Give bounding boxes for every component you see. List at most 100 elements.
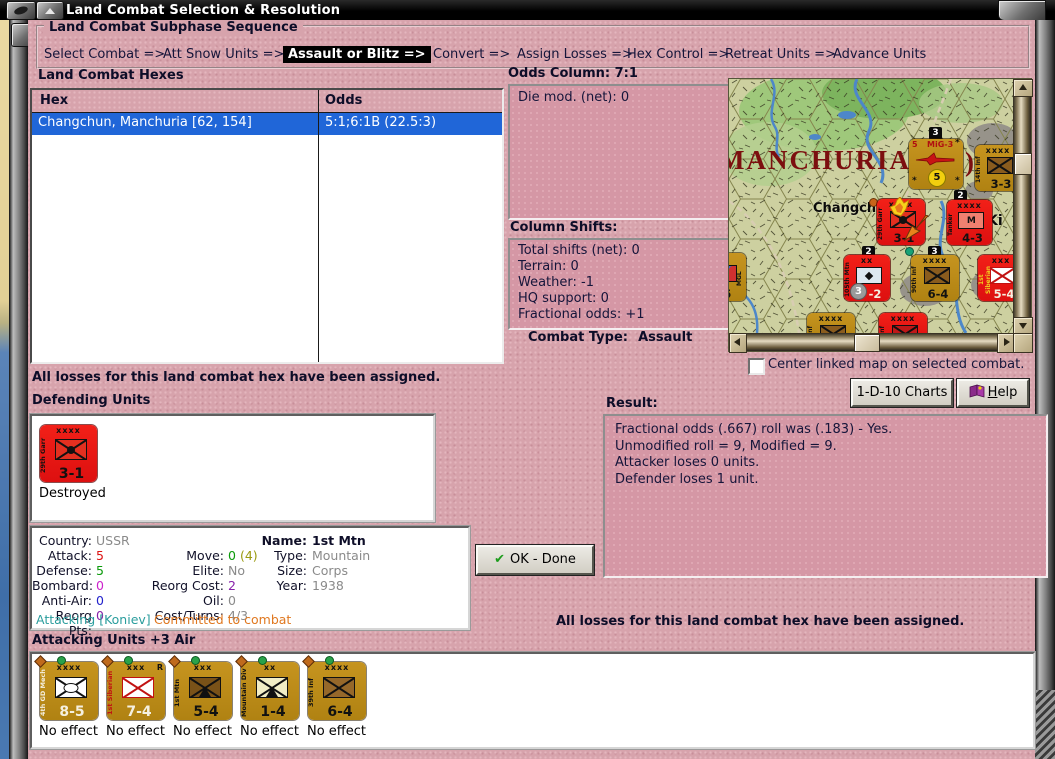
- unit-strength: 3-1: [58, 466, 85, 482]
- attacking-hq-status: Attacking [Koniev]: [36, 612, 151, 627]
- unit-strength: 5-4: [993, 287, 1013, 301]
- ok-done-label: OK - Done: [509, 552, 576, 567]
- result-line: Fractional odds (.667) roll was (.183) -…: [615, 422, 893, 437]
- map-horizontal-scrollbar[interactable]: [729, 333, 1015, 353]
- attacking-unit-counter[interactable]: xx Mountain Div 1-4: [235, 655, 299, 720]
- column-shifts-label: Column Shifts:: [510, 220, 618, 235]
- map-unit-tanker[interactable]: xxxx Tanker M 4-3: [947, 200, 992, 245]
- scroll-up-icon[interactable]: [1013, 79, 1033, 97]
- map-vertical-scrollbar[interactable]: [1013, 79, 1033, 335]
- map-town-changchun: Changch: [813, 201, 877, 216]
- horizontal-scroll-thumb[interactable]: [854, 334, 880, 352]
- window-menu-icon[interactable]: [6, 1, 36, 20]
- stat-label: Year:: [276, 578, 307, 593]
- attacking-unit-counter[interactable]: xxxx 4th GD Mech 8-5: [34, 655, 98, 720]
- stat-label: Oil:: [203, 593, 224, 608]
- air-roundel: 5: [928, 169, 946, 187]
- stat-value: 0: [228, 593, 236, 608]
- column-shifts-box: Total shifts (net): 0 Terrain: 0 Weather…: [508, 238, 742, 330]
- stat-value: 5: [96, 563, 104, 578]
- unit-size: xxxx: [56, 426, 81, 435]
- check-icon: ✔: [494, 552, 505, 567]
- attacking-units-box: xxxx 4th GD Mech 8-5 No effect R xxx 1st…: [30, 652, 1035, 749]
- stat-label: Name:: [261, 533, 307, 548]
- result-line: Defender loses 1 unit.: [615, 471, 759, 487]
- phase-step-convert: Convert =>: [433, 47, 511, 62]
- attacking-unit-counter[interactable]: R xxx 1st Siberian 7-4: [101, 655, 165, 720]
- stat-value: 1st Mtn: [312, 533, 366, 548]
- help-mnemonic: H: [987, 385, 998, 400]
- window-edge-button[interactable]: [998, 0, 1046, 21]
- unit-strength: 1-4: [260, 704, 286, 720]
- land-combat-window: Land Combat Selection & Resolution Land …: [0, 0, 1055, 759]
- shift-line: Weather: -1: [518, 275, 594, 290]
- committed-status: Committed to combat: [154, 612, 292, 627]
- unit-size: xxx: [126, 663, 146, 672]
- map-unit-29th-garr[interactable]: xxxx 29th Garr 3-1: [877, 197, 929, 245]
- die-mod-box: Die mod. (net): 0: [508, 84, 742, 220]
- losses-assigned-message-right: All losses for this land combat hex have…: [556, 614, 965, 629]
- shift-line: Total shifts (net): 0: [518, 243, 640, 258]
- window-collapse-icon[interactable]: [36, 1, 64, 20]
- map-unit-90th-inf[interactable]: xxxx 90th Inf 6-4: [911, 255, 959, 301]
- stat-label: Country:: [39, 533, 92, 548]
- ok-done-button[interactable]: ✔ OK - Done: [476, 545, 594, 575]
- phase-step-select-combat: Select Combat =>: [44, 47, 166, 62]
- air-roundel-value: 5: [933, 172, 941, 183]
- center-map-checkbox[interactable]: [748, 358, 765, 375]
- table-row[interactable]: Changchun, Manchuria [62, 154] 5:1;6:1B …: [32, 113, 502, 135]
- defending-unit-counter[interactable]: xxxx 29th Garr 3-1: [39, 425, 97, 482]
- unit-strength: 7-4: [126, 704, 152, 720]
- air-star: *: [912, 176, 917, 186]
- resize-grip[interactable]: [1035, 690, 1055, 759]
- map-unit-mgl[interactable]: MGL -5: [729, 253, 746, 301]
- table-header: Hex Odds: [32, 90, 502, 113]
- stat-value: 5: [96, 548, 104, 563]
- unit-strength: 5-4: [193, 704, 219, 720]
- map-unit-partial[interactable]: xxxx Inf: [807, 313, 855, 333]
- stat-value: 1938: [312, 578, 344, 593]
- unit-strength: 6-4: [327, 704, 353, 720]
- combat-minimap[interactable]: MANCHURIA ) Changch Ki 3 2 2 3 5 MiG-3 5…: [728, 78, 1033, 353]
- unit-strength: -5: [729, 287, 746, 301]
- help-button[interactable]: Help: [957, 379, 1029, 407]
- map-region-label: MANCHURIA: [729, 145, 911, 175]
- column-divider: [318, 90, 319, 362]
- air-unit-counter-mig3[interactable]: 5 MiG-3 5 * * *: [909, 138, 963, 189]
- attacking-units-title: Attacking Units +3 Air: [32, 633, 196, 648]
- move-value: 0: [228, 548, 236, 563]
- unit-size: xxxx: [324, 663, 350, 672]
- stat-value: Mountain: [312, 548, 371, 563]
- charts-button[interactable]: 1-D-10 Charts: [851, 379, 953, 407]
- oval-glyph-icon: [13, 5, 29, 16]
- scroll-left-icon[interactable]: [729, 333, 747, 353]
- map-unit-1st-siberian[interactable]: xxx 1st Siberian 5-4: [978, 255, 1013, 301]
- map-unit-14th-inf[interactable]: xxxx 14th Inf 3-3: [975, 145, 1013, 191]
- phase-step-assault-active: Assault or Blitz =>: [283, 46, 431, 63]
- odds-cell: 5:1;6:1B (22.5:3): [325, 115, 437, 130]
- unit-effect: No effect: [240, 724, 300, 739]
- defending-units-title: Defending Units: [32, 393, 151, 408]
- map-unit-partial[interactable]: xxxx Inf: [879, 313, 927, 333]
- phase-step-advance: Advance Units: [833, 47, 927, 62]
- unit-effect: No effect: [39, 724, 99, 739]
- hexes-title: Land Combat Hexes: [38, 68, 184, 83]
- stat-label: Elite:: [192, 563, 224, 578]
- vertical-scroll-thumb[interactable]: [1014, 153, 1032, 175]
- window-right-frame: [1035, 20, 1055, 759]
- stat-label: Attack:: [47, 548, 92, 563]
- unit-size: xxx: [193, 663, 213, 672]
- combat-type-line: Combat Type: Assault: [528, 330, 692, 345]
- stat-value: 2: [228, 578, 236, 593]
- land-combat-dialog: Land Combat Subphase Sequence Select Com…: [28, 20, 1048, 759]
- map-unit-105th-mtn[interactable]: xx 105th Mtn 3 -2: [844, 255, 890, 301]
- unit-name: Inf: [879, 325, 886, 333]
- charts-button-label: 1-D-10 Charts: [856, 385, 948, 400]
- attacking-unit-counter[interactable]: xxxx 39th Inf 6-4: [302, 655, 366, 720]
- objective-dot-icon: [905, 247, 914, 256]
- unit-size: xxxx: [818, 314, 844, 323]
- unit-size: xxxx: [890, 314, 916, 323]
- stat-label: Reorg Cost:: [151, 578, 224, 593]
- center-map-checkbox-label: Center linked map on selected combat.: [768, 357, 1025, 372]
- attacking-unit-counter[interactable]: xxx 1st Mtn 5-4: [168, 655, 232, 720]
